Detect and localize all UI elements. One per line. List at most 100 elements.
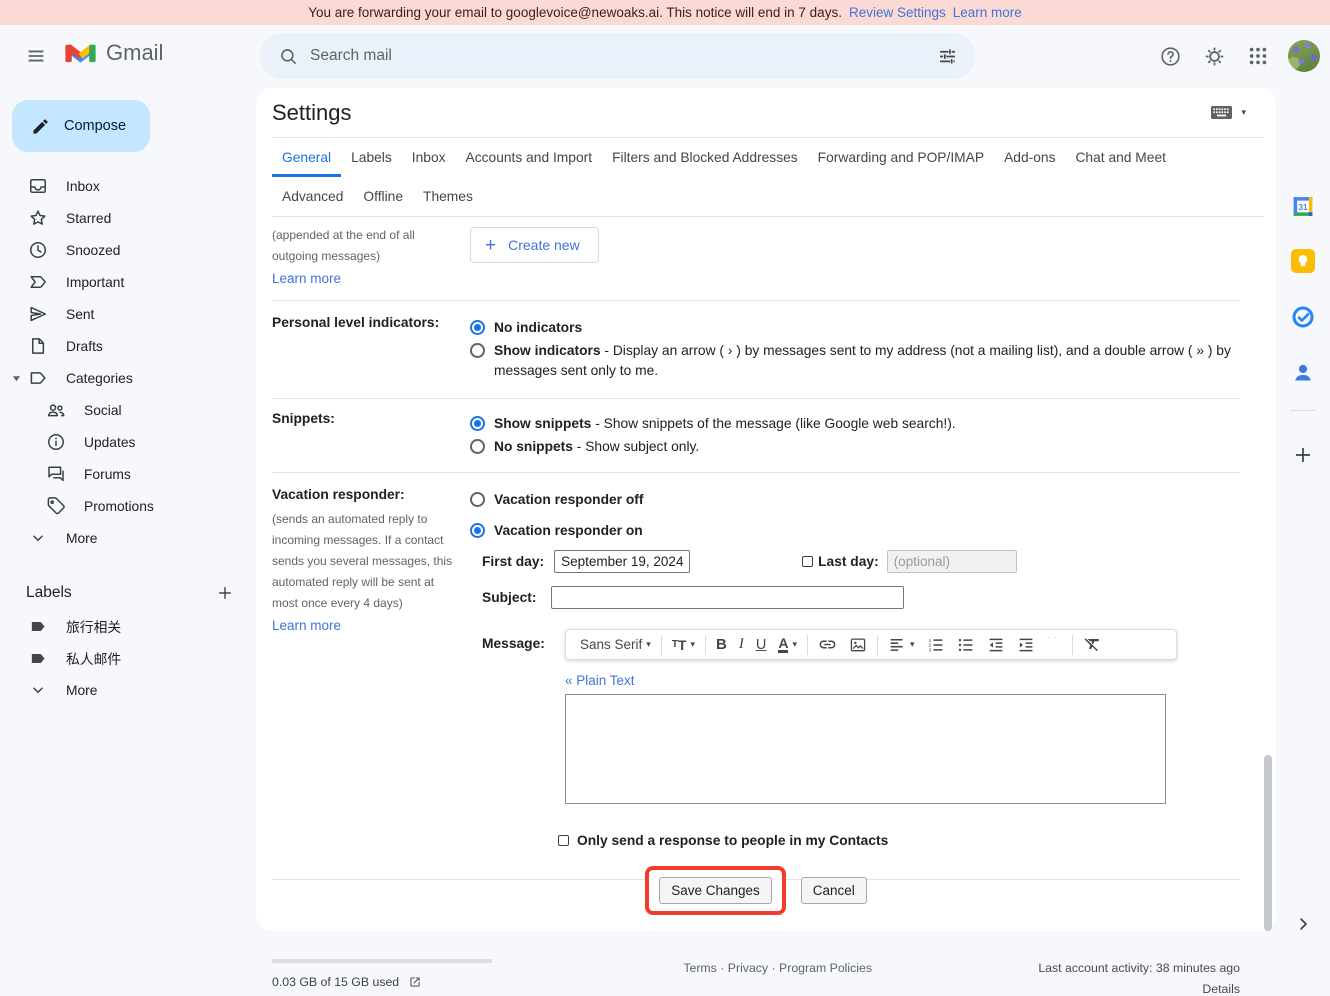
chevron-down-icon	[28, 528, 48, 548]
sidebar-item-important[interactable]: Important	[0, 266, 256, 298]
last-day-input[interactable]	[887, 550, 1017, 573]
keep-app-button[interactable]	[1291, 249, 1315, 273]
tab-inbox[interactable]: Inbox	[402, 138, 456, 177]
quote-button[interactable]: ”	[1041, 637, 1068, 652]
vacation-learn-more-link[interactable]: Learn more	[272, 618, 341, 633]
terms-link[interactable]: Terms	[683, 961, 716, 975]
font-family-select[interactable]: Sans Serif▾	[574, 637, 657, 652]
compose-button[interactable]: Compose	[12, 100, 150, 152]
tab-advanced[interactable]: Advanced	[272, 177, 353, 216]
text-color-button[interactable]: A▾	[772, 637, 803, 653]
first-day-label: First day:	[482, 554, 544, 569]
hide-side-panel-button[interactable]	[1294, 915, 1312, 933]
tab-add-ons[interactable]: Add-ons	[994, 138, 1065, 177]
option-show-snippets-desc: - Show snippets of the message (like Goo…	[591, 416, 955, 431]
align-button[interactable]: ▾	[882, 636, 921, 654]
tab-filters[interactable]: Filters and Blocked Addresses	[602, 138, 808, 177]
banner-learn-more-link[interactable]: Learn more	[953, 5, 1022, 20]
program-policies-link[interactable]: Program Policies	[779, 961, 872, 975]
sidebar-item-starred[interactable]: Starred	[0, 202, 256, 234]
label-item-private[interactable]: 私人邮件	[0, 642, 256, 674]
italic-button[interactable]: I	[733, 636, 750, 653]
search-bar[interactable]	[260, 33, 975, 79]
tab-themes[interactable]: Themes	[413, 177, 483, 216]
sidebar-item-snoozed[interactable]: Snoozed	[0, 234, 256, 266]
underline-button[interactable]: U	[750, 637, 772, 653]
get-add-ons-button[interactable]	[1291, 443, 1315, 467]
calendar-app-button[interactable]: 31	[1291, 194, 1316, 219]
tab-offline[interactable]: Offline	[353, 177, 413, 216]
contacts-app-button[interactable]	[1291, 361, 1315, 385]
first-day-input[interactable]	[554, 550, 690, 573]
indent-increase-button[interactable]	[1011, 636, 1041, 654]
tasks-app-button[interactable]	[1291, 305, 1315, 329]
label-item-travel[interactable]: 旅行相关	[0, 610, 256, 642]
expand-caret-icon[interactable]	[12, 374, 21, 383]
tab-accounts-and-import[interactable]: Accounts and Import	[456, 138, 603, 177]
plain-text-toggle[interactable]: « Plain Text	[565, 673, 1177, 688]
save-annotation-highlight: Save Changes	[645, 866, 786, 915]
sidebar-item-social[interactable]: Social	[0, 394, 256, 426]
sidebar-item-inbox[interactable]: Inbox	[0, 170, 256, 202]
svg-text:3: 3	[928, 647, 931, 653]
label-filled-icon	[28, 648, 48, 668]
save-changes-button[interactable]: Save Changes	[659, 877, 772, 904]
contacts-only-checkbox[interactable]	[558, 835, 569, 846]
radio-show-snippets[interactable]	[470, 416, 485, 431]
input-tools-button[interactable]: ▾	[1211, 106, 1246, 119]
settings-button[interactable]	[1192, 34, 1236, 78]
numbered-list-button[interactable]: 123	[921, 636, 951, 654]
radio-no-snippets[interactable]	[470, 439, 485, 454]
sidebar-item-categories[interactable]: Categories	[0, 362, 256, 394]
radio-vacation-off[interactable]	[470, 492, 485, 507]
hamburger-icon	[25, 45, 47, 67]
sidebar-item-forums[interactable]: Forums	[0, 458, 256, 490]
search-options-button[interactable]	[925, 34, 969, 78]
gmail-m-icon	[64, 40, 97, 66]
external-link-icon[interactable]	[408, 975, 422, 989]
insert-image-button[interactable]	[843, 636, 873, 654]
vertical-scrollbar[interactable]	[1264, 755, 1272, 931]
header-actions	[1148, 32, 1320, 80]
sidebar-item-drafts[interactable]: Drafts	[0, 330, 256, 362]
details-link[interactable]: Details	[1038, 982, 1240, 996]
radio-no-indicators[interactable]	[470, 320, 485, 335]
account-avatar[interactable]	[1288, 40, 1320, 72]
create-new-signature-button[interactable]: + Create new	[470, 227, 599, 263]
vacation-message-textarea[interactable]	[565, 694, 1166, 804]
sidebar-item-sent[interactable]: Sent	[0, 298, 256, 330]
support-button[interactable]	[1148, 34, 1192, 78]
sidebar-item-promotions[interactable]: Promotions	[0, 490, 256, 522]
radio-show-indicators[interactable]	[470, 343, 485, 358]
bulleted-list-button[interactable]	[951, 636, 981, 654]
insert-link-button[interactable]	[812, 635, 843, 654]
settings-tabs-row1: General Labels Inbox Accounts and Import…	[272, 138, 1276, 177]
bold-button[interactable]: B	[710, 636, 733, 653]
radio-vacation-on[interactable]	[470, 523, 485, 538]
add-label-button[interactable]	[216, 584, 234, 602]
main-menu-button[interactable]	[14, 34, 58, 78]
option-show-indicators-desc: - Display an arrow ( › ) by messages sen…	[494, 343, 1231, 378]
search-button[interactable]	[266, 34, 310, 78]
formatting-toolbar: Sans Serif▾ TT▾ B I U A▾ ▾	[565, 629, 1177, 660]
remove-formatting-button[interactable]	[1077, 635, 1108, 654]
sidebar-item-updates[interactable]: Updates	[0, 426, 256, 458]
font-size-button[interactable]: TT▾	[666, 637, 701, 653]
google-apps-button[interactable]	[1236, 34, 1280, 78]
tab-labels[interactable]: Labels	[341, 138, 402, 177]
sidebar-item-label: Inbox	[66, 179, 100, 194]
indent-decrease-button[interactable]	[981, 636, 1011, 654]
dot-separator: ·	[720, 961, 724, 975]
tab-general[interactable]: General	[272, 138, 341, 177]
signature-learn-more-link[interactable]: Learn more	[272, 271, 341, 286]
review-settings-link[interactable]: Review Settings	[849, 5, 946, 20]
last-day-checkbox[interactable]	[802, 556, 813, 567]
tab-chat-and-meet[interactable]: Chat and Meet	[1065, 138, 1176, 177]
sidebar-item-more[interactable]: More	[0, 522, 256, 554]
labels-more[interactable]: More	[0, 674, 256, 706]
privacy-link[interactable]: Privacy	[728, 961, 768, 975]
subject-input[interactable]	[551, 586, 904, 609]
search-input[interactable]	[310, 47, 925, 65]
cancel-button[interactable]: Cancel	[801, 877, 867, 904]
tab-forwarding[interactable]: Forwarding and POP/IMAP	[808, 138, 994, 177]
